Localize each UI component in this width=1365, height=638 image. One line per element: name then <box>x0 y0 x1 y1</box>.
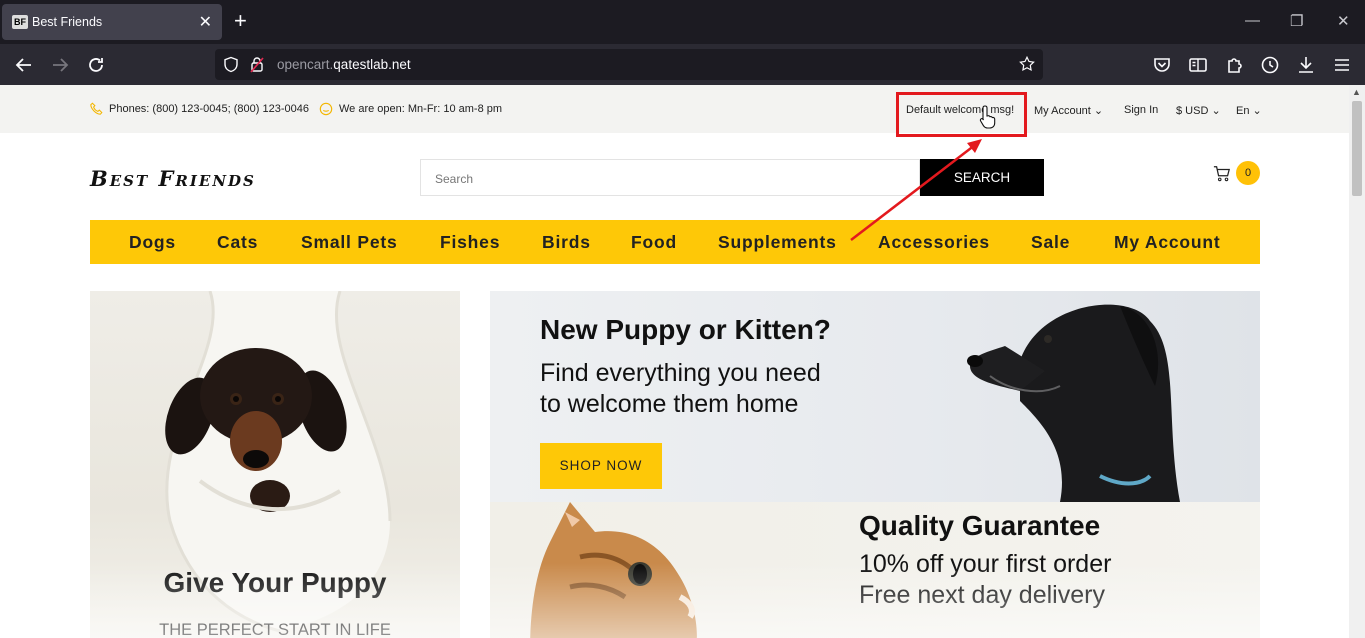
star-icon[interactable] <box>1018 55 1036 73</box>
chevron-down-icon: ⌄ <box>1252 105 1262 117</box>
menu-item-sale[interactable]: Sale <box>1031 232 1070 253</box>
black-dog-image <box>967 304 1180 502</box>
quality-guarantee-line2: Free next day delivery <box>859 581 1105 609</box>
menu-item-small-pets[interactable]: Small Pets <box>301 232 398 253</box>
browser-navbar: opencart.qatestlab.net <box>0 44 1365 85</box>
restore-icon[interactable]: ❐ <box>1290 12 1303 30</box>
menu-item-birds[interactable]: Birds <box>542 232 591 253</box>
chevron-down-icon: ⌄ <box>1093 105 1104 117</box>
url-text: opencart.qatestlab.net <box>277 57 411 72</box>
hours-text: We are open: Mn-Fr: 10 am-8 pm <box>339 103 503 115</box>
welcome-highlight-box <box>896 92 1027 137</box>
tab-title: Best Friends <box>32 15 103 29</box>
new-puppy-line1: Find everything you need <box>540 359 821 387</box>
shield-icon[interactable] <box>223 56 239 73</box>
puppy-banner-subtitle: THE PERFECT START IN LIFE <box>159 621 391 638</box>
puppy-banner[interactable]: Give Your Puppy THE PERFECT START IN LIF… <box>90 291 460 638</box>
favicon-icon: BF <box>12 15 28 29</box>
phones-info: Phones: (800) 123-0045; (800) 123-0046 <box>90 102 309 115</box>
forward-icon[interactable] <box>48 53 72 77</box>
scroll-thumb[interactable] <box>1352 101 1362 196</box>
download-icon[interactable] <box>1294 53 1318 77</box>
browser-tabbar: BF Best Friends ✕ + — ❐ ✕ <box>0 0 1365 44</box>
puppy-banner-title: Give Your Puppy <box>163 567 387 598</box>
menu-item-cats[interactable]: Cats <box>217 232 258 253</box>
new-tab-icon[interactable]: + <box>234 9 247 33</box>
history-icon[interactable] <box>1258 53 1282 77</box>
reader-icon[interactable] <box>1186 53 1210 77</box>
minimize-icon[interactable]: — <box>1245 12 1260 29</box>
close-tab-icon[interactable]: ✕ <box>199 12 212 32</box>
cart-count-badge[interactable]: 0 <box>1236 161 1260 185</box>
back-icon[interactable] <box>12 53 36 77</box>
lock-icon[interactable] <box>250 56 264 73</box>
hours-info: We are open: Mn-Fr: 10 am-8 pm <box>319 102 502 116</box>
search-input[interactable]: Search <box>420 159 920 196</box>
browser-tab[interactable]: BF Best Friends ✕ <box>2 4 222 40</box>
main-menu: Dogs Cats Small Pets Fishes Birds Food S… <box>90 220 1260 264</box>
phone-icon <box>90 102 103 115</box>
cart-icon[interactable] <box>1213 165 1231 183</box>
quality-guarantee-line1: 10% off your first order <box>859 550 1112 578</box>
scroll-up-icon[interactable]: ▲ <box>1352 87 1361 97</box>
address-bar[interactable]: opencart.qatestlab.net <box>215 49 1043 80</box>
new-puppy-line2: to welcome them home <box>540 390 799 418</box>
sign-in-link[interactable]: Sign In <box>1124 104 1158 116</box>
clock-icon <box>319 102 333 116</box>
top-info-strip: Phones: (800) 123-0045; (800) 123-0046 W… <box>0 85 1349 133</box>
menu-item-supplements[interactable]: Supplements <box>718 232 837 253</box>
extensions-icon[interactable] <box>1222 53 1246 77</box>
reload-icon[interactable] <box>84 53 108 77</box>
language-dropdown[interactable]: En ⌄ <box>1236 104 1262 117</box>
new-puppy-banner[interactable]: New Puppy or Kitten? Find everything you… <box>490 291 1260 502</box>
cat-image <box>530 502 697 638</box>
chevron-down-icon: ⌄ <box>1211 105 1221 117</box>
menu-item-dogs[interactable]: Dogs <box>129 232 176 253</box>
my-account-dropdown[interactable]: My Account ⌄ <box>1034 104 1103 117</box>
pocket-icon[interactable] <box>1150 53 1174 77</box>
shop-now-button[interactable]: SHOP NOW <box>540 443 662 489</box>
menu-item-accessories[interactable]: Accessories <box>878 232 990 253</box>
site-logo[interactable]: Best Friends <box>90 166 256 191</box>
new-puppy-title: New Puppy or Kitten? <box>540 314 831 345</box>
search-button[interactable]: SEARCH <box>920 159 1044 196</box>
menu-icon[interactable] <box>1330 53 1354 77</box>
web-page: Phones: (800) 123-0045; (800) 123-0046 W… <box>0 85 1349 638</box>
phones-text: Phones: (800) 123-0045; (800) 123-0046 <box>109 102 309 115</box>
page-scrollbar[interactable]: ▲ <box>1349 85 1365 638</box>
quality-guarantee-title: Quality Guarantee <box>859 510 1101 541</box>
hand-cursor-icon <box>979 105 996 129</box>
close-window-icon[interactable]: ✕ <box>1337 12 1350 30</box>
quality-guarantee-banner[interactable]: Quality Guarantee 10% off your first ord… <box>490 502 1260 638</box>
menu-item-my-account[interactable]: My Account <box>1114 232 1221 253</box>
menu-item-food[interactable]: Food <box>631 232 677 253</box>
currency-dropdown[interactable]: $ USD ⌄ <box>1176 104 1221 117</box>
menu-item-fishes[interactable]: Fishes <box>440 232 500 253</box>
